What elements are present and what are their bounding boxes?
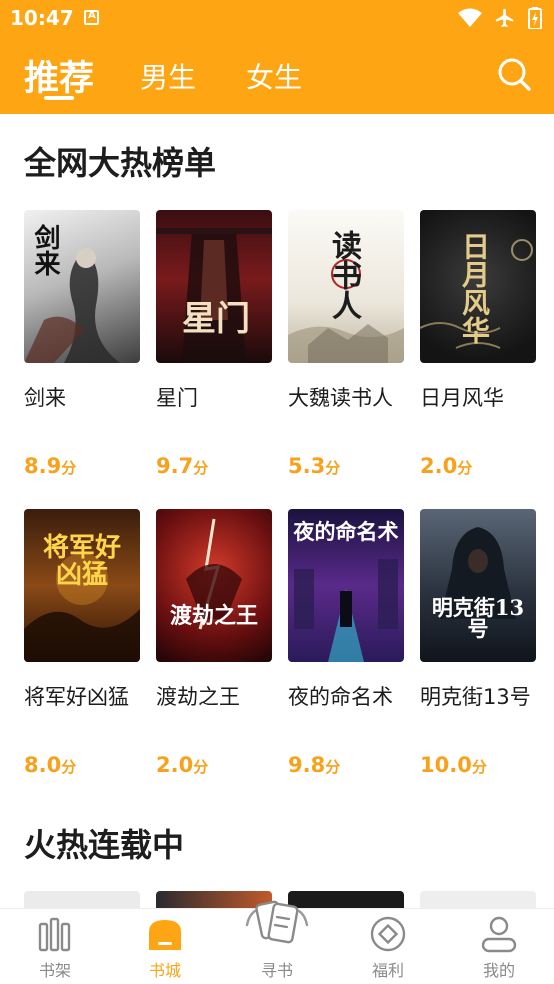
book-cover[interactable]: 将军好凶猛 <box>24 509 140 662</box>
book-title[interactable]: 剑来 <box>24 382 142 414</box>
book-cover-title: 渡劫之王 <box>169 603 258 629</box>
book-title[interactable]: 夜的命名术 <box>288 681 406 713</box>
status-bar: 10:47 A <box>0 0 554 36</box>
score-value: 8.9 <box>24 454 62 478</box>
score-value: 5.3 <box>288 454 326 478</box>
book-cover[interactable]: 日月风华 <box>420 210 536 363</box>
search-icon[interactable] <box>496 56 532 92</box>
score-value: 8.0 <box>24 753 62 777</box>
score-unit: 分 <box>61 758 77 776</box>
score-value: 10.0 <box>420 753 472 777</box>
score-unit: 分 <box>325 459 341 477</box>
book-cover-title: 星门 <box>182 299 250 339</box>
tab-male[interactable]: 男生 <box>140 56 196 96</box>
book-score: 8.9分 <box>24 454 76 478</box>
book-cover[interactable]: 星门 <box>156 210 272 363</box>
book-title[interactable]: 渡劫之王 <box>156 681 274 713</box>
app-screen: 10:47 A 推荐 男生 女生 全网大热榜单 剑来 剑来 8.9分 星门 星门… <box>0 0 554 984</box>
score-value: 2.0 <box>156 753 194 777</box>
tab-recommend[interactable]: 推荐 <box>24 50 94 101</box>
book-cover-title: 将军好凶猛 <box>42 533 121 591</box>
tab-female[interactable]: 女生 <box>246 56 302 96</box>
book-score: 5.3分 <box>288 454 340 478</box>
book-cover-title: 日月风华 <box>458 232 491 344</box>
book-score: 9.8分 <box>288 753 340 777</box>
book-cover-title: 夜的命名术 <box>293 519 399 544</box>
nav-bookstore[interactable]: 书城 <box>110 909 220 984</box>
section-title-serializing: 火热连载中 <box>24 826 185 864</box>
status-time: 10:47 <box>10 6 74 30</box>
book-title[interactable]: 明克街13号 <box>420 681 538 713</box>
nav-label: 福利 <box>371 961 404 980</box>
book-cover[interactable]: 明克街13号 <box>420 509 536 662</box>
status-icons <box>458 7 542 29</box>
nav-find-book[interactable]: 寻书 <box>222 900 332 984</box>
book-score: 2.0分 <box>420 454 472 478</box>
score-value: 9.7 <box>156 454 194 478</box>
score-unit: 分 <box>193 459 209 477</box>
book-title[interactable]: 大魏读书人 <box>288 382 406 414</box>
nav-label: 寻书 <box>260 961 293 980</box>
bookstore-icon <box>149 920 181 950</box>
book-score: 9.7分 <box>156 454 208 478</box>
book-title[interactable]: 星门 <box>156 382 274 414</box>
notification-glyph: A <box>88 10 96 21</box>
book-cover[interactable]: 夜的命名术 <box>288 509 404 662</box>
profile-icon <box>481 916 517 953</box>
book-score: 2.0分 <box>156 753 208 777</box>
airplane-mode-icon <box>495 8 514 28</box>
wifi-icon <box>458 8 482 27</box>
book-cover[interactable]: 渡劫之王 <box>156 509 272 662</box>
score-unit: 分 <box>61 459 77 477</box>
book-score: 10.0分 <box>420 753 487 777</box>
book-score: 8.0分 <box>24 753 76 777</box>
score-value: 9.8 <box>288 753 326 777</box>
book-cover-title: 剑来 <box>30 224 60 276</box>
bookshelf-icon <box>38 917 71 952</box>
score-unit: 分 <box>325 758 341 776</box>
battery-charging-icon <box>528 7 542 29</box>
book-cover[interactable]: 读书人 <box>288 210 404 363</box>
notification-icon: A <box>84 10 99 25</box>
nav-bookshelf[interactable]: 书架 <box>0 909 110 984</box>
book-title[interactable]: 日月风华 <box>420 382 538 414</box>
score-unit: 分 <box>471 758 487 776</box>
book-cover-title: 读书人 <box>326 230 361 320</box>
welfare-icon <box>370 916 406 952</box>
top-header: 10:47 A 推荐 男生 女生 <box>0 0 554 114</box>
nav-welfare[interactable]: 福利 <box>333 909 443 984</box>
book-title[interactable]: 将军好凶猛 <box>24 681 142 713</box>
active-tab-indicator <box>44 96 74 100</box>
nav-profile[interactable]: 我的 <box>444 909 554 984</box>
bottom-navigation: 书架 书城 寻书 福利 我的 <box>0 900 554 984</box>
nav-label: 我的 <box>482 961 515 980</box>
score-value: 2.0 <box>420 454 458 478</box>
score-unit: 分 <box>193 758 209 776</box>
find-book-icon <box>245 900 309 944</box>
nav-label: 书城 <box>148 961 181 980</box>
score-unit: 分 <box>457 459 473 477</box>
nav-label: 书架 <box>38 961 71 980</box>
book-cover[interactable]: 剑来 <box>24 210 140 363</box>
section-title-hot-list: 全网大热榜单 <box>24 144 217 182</box>
book-cover-title: 明克街13号 <box>431 595 525 641</box>
